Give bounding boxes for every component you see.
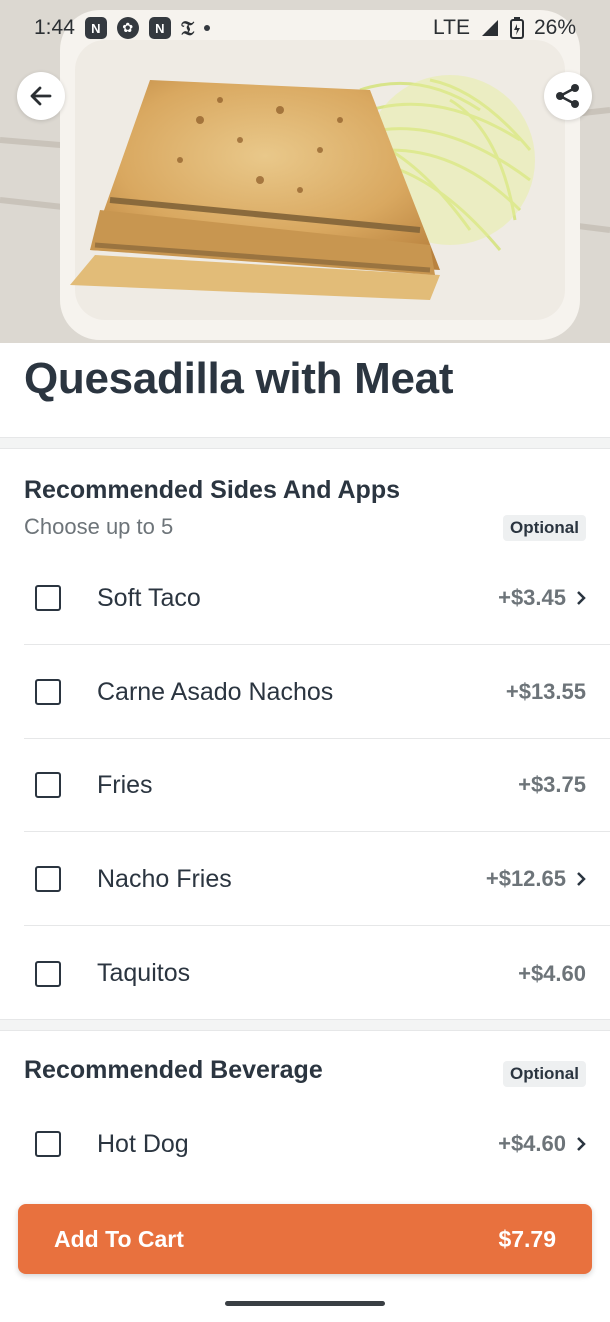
option-price: +$3.45 [498,585,566,610]
option-row-hot-dog[interactable]: Hot Dog +$4.60 [24,1098,610,1191]
back-button[interactable] [17,72,65,120]
signal-icon [481,20,498,36]
option-row-carne-asado-nachos[interactable]: Carne Asado Nachos +$13.55 [24,646,610,739]
optional-badge: Optional [503,515,586,541]
status-bar: 1:44 N ✿ N 𝔗 LTE 26% [0,0,610,56]
section-title: Recommended Sides And Apps [24,476,400,504]
option-price: +$13.55 [505,679,586,704]
section-divider [0,437,610,449]
checkbox[interactable] [35,866,61,892]
checkbox[interactable] [35,679,61,705]
news-app-icon: N [148,17,171,39]
status-left: 1:44 N ✿ N 𝔗 [34,16,211,40]
option-label: Taquitos [97,959,191,987]
section-divider [0,1019,610,1031]
cart-price: $7.79 [498,1225,556,1252]
status-time: 1:44 [34,16,75,39]
status-right: LTE 26% [433,16,576,40]
checkbox[interactable] [35,960,61,987]
chevron-right-icon [572,589,590,607]
arrow-left-icon [30,86,52,106]
network-label: LTE [433,16,470,39]
option-row-taquitos[interactable]: Taquitos +$4.60 [24,927,610,1020]
checkbox[interactable] [35,772,61,798]
option-price: +$4.60 [518,960,586,986]
hero-image: 1:44 N ✿ N 𝔗 LTE 26% [0,0,610,343]
item-title: Quesadilla with Meat [24,354,454,403]
option-label: Fries [97,770,153,799]
section-subtitle: Choose up to 5 [24,514,174,539]
chevron-right-icon [572,870,590,888]
home-indicator[interactable] [225,1301,385,1306]
nyt-icon: 𝔗 [180,16,195,40]
option-price: +$12.65 [485,866,566,891]
add-to-cart-button[interactable]: Add To Cart $7.79 [18,1204,592,1274]
optional-badge: Optional [503,1061,586,1087]
cart-label: Add To Cart [54,1225,184,1252]
settings-app-icon: ✿ [116,17,139,39]
share-button[interactable] [544,72,592,120]
battery-icon [509,17,524,39]
checkbox[interactable] [35,1131,61,1157]
option-price: +$4.60 [498,1131,566,1156]
share-icon [556,84,579,108]
checkbox[interactable] [35,585,61,611]
news-app-icon: N [84,17,107,39]
option-label: Carne Asado Nachos [97,677,334,706]
chevron-right-icon [572,1135,590,1153]
notification-dot-icon [204,25,211,31]
option-label: Nacho Fries [97,864,232,893]
option-row-soft-taco[interactable]: Soft Taco +$3.45 [24,552,610,645]
section-title: Recommended Beverage [24,1056,323,1084]
option-row-fries[interactable]: Fries +$3.75 [24,739,610,832]
option-price: +$3.75 [518,772,586,797]
option-label: Hot Dog [97,1129,189,1158]
battery-label: 26% [533,16,576,39]
option-row-nacho-fries[interactable]: Nacho Fries +$12.65 [24,833,610,926]
option-label: Soft Taco [97,583,201,612]
